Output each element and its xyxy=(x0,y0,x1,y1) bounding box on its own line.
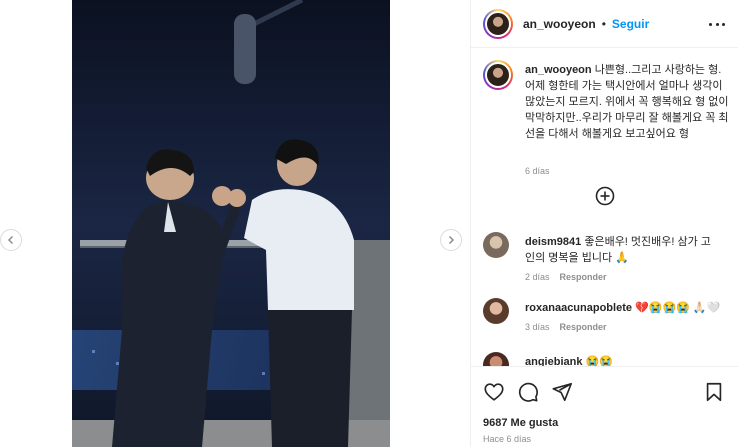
next-media-button[interactable] xyxy=(440,229,462,251)
post-photo[interactable] xyxy=(72,0,390,447)
heart-icon[interactable] xyxy=(483,381,505,403)
reply-button[interactable]: Responder xyxy=(560,322,607,332)
share-icon[interactable] xyxy=(551,381,573,403)
reply-button[interactable]: Responder xyxy=(560,272,607,282)
caption-time[interactable]: 6 días xyxy=(525,166,550,176)
action-buttons xyxy=(483,381,573,403)
post-date[interactable]: Hace 6 días xyxy=(483,434,531,444)
media-column xyxy=(0,0,470,447)
caption-avatar[interactable] xyxy=(483,60,513,90)
commenter-username[interactable]: angiebiank xyxy=(525,356,582,366)
comment-text: roxanaacunapoblete 💔😭😭😭 🙏🏻🤍 xyxy=(525,300,721,316)
commenter-avatar[interactable] xyxy=(483,352,509,366)
previous-media-button[interactable] xyxy=(0,229,22,251)
bookmark-icon[interactable] xyxy=(703,381,725,403)
comment-icon[interactable] xyxy=(517,381,539,403)
comment-meta: 3 días Responder xyxy=(525,322,607,332)
commenter-username[interactable]: deism9841 xyxy=(525,236,581,248)
post-side-panel: an_wooyeon • Seguir an_wooyeon 나쁜형..그리고 … xyxy=(470,0,738,447)
comment-body: 💔😭😭😭 🙏🏻🤍 xyxy=(635,302,721,314)
load-more-comments-button[interactable] xyxy=(595,186,615,206)
photo-illustration xyxy=(72,0,390,447)
post-dialog: an_wooyeon • Seguir an_wooyeon 나쁜형..그리고 … xyxy=(0,0,738,447)
comment-meta: 2 días Responder xyxy=(525,272,607,282)
follow-button[interactable]: Seguir xyxy=(612,17,649,31)
post-actions-bar: 9687 Me gusta Hace 6 días xyxy=(471,366,738,447)
more-options-icon[interactable] xyxy=(709,18,725,30)
comment-time[interactable]: 3 días xyxy=(525,322,550,332)
chevron-left-icon xyxy=(6,235,16,245)
plus-circle-icon xyxy=(595,186,615,210)
caption-text: an_wooyeon 나쁜형..그리고 사랑하는 형. 어제 형한테 가는 택시… xyxy=(525,62,733,142)
chevron-right-icon xyxy=(446,235,456,245)
commenter-avatar[interactable] xyxy=(483,298,509,324)
author-avatar[interactable] xyxy=(483,8,513,39)
header-separator: • xyxy=(601,16,606,31)
caption-username[interactable]: an_wooyeon xyxy=(525,64,592,76)
comment-text: deism9841 좋은배우! 멋진배우! 삼가 고인의 명복을 빕니다 🙏 xyxy=(525,234,721,266)
commenter-username[interactable]: roxanaacunapoblete xyxy=(525,302,632,314)
likes-count[interactable]: 9687 Me gusta xyxy=(483,417,558,429)
post-header: an_wooyeon • Seguir xyxy=(471,0,738,48)
comments-list[interactable]: an_wooyeon 나쁜형..그리고 사랑하는 형. 어제 형한테 가는 택시… xyxy=(471,48,738,366)
commenter-avatar[interactable] xyxy=(483,232,509,258)
comment-text: angiebiank 😭😭 xyxy=(525,354,721,366)
author-username[interactable]: an_wooyeon xyxy=(523,17,596,31)
comment-time[interactable]: 2 días xyxy=(525,272,550,282)
comment-body: 😭😭 xyxy=(585,356,613,366)
